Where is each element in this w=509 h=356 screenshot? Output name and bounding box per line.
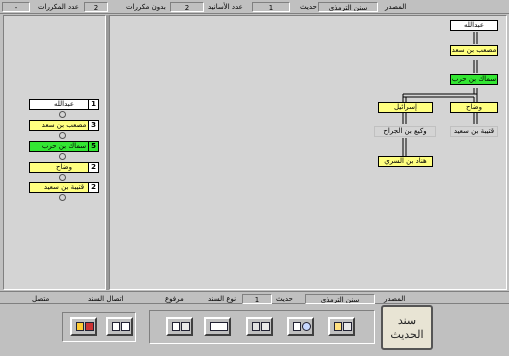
search-button[interactable]	[287, 317, 314, 336]
chain-row-name: سماك بن حرب	[41, 142, 87, 150]
prev-next-button[interactable]	[106, 317, 133, 336]
source-label: المصدر	[385, 3, 407, 11]
bottom-status-bar: متصل اتصال السند مرفوع نوع السند 1 حديث …	[0, 291, 509, 304]
question-icon	[172, 322, 180, 331]
chain-row[interactable]: 1 عبدالله	[29, 99, 99, 110]
hadith-label-bottom: حديث	[276, 295, 293, 303]
chain-row-count: 2	[88, 163, 98, 172]
copy-button[interactable]	[328, 317, 355, 336]
chain-summary-panel[interactable]: 1 عبدالله 3 مصعب بن سعد 5 سماك بن حرب 2 …	[3, 15, 106, 290]
tree-node-branch-right-child[interactable]: قتيبة بن سعيد	[450, 126, 498, 137]
no-repeat-label: بدون مكررات	[126, 3, 166, 11]
tree-node-branch-right[interactable]: وضاح	[450, 102, 498, 113]
tree-node-level2[interactable]: مصعب بن سعد	[450, 45, 498, 56]
hadith-label: حديث	[300, 3, 317, 11]
list-icon	[181, 322, 190, 331]
chain-connector	[59, 153, 66, 160]
tree-node-level3[interactable]: سماك بن حرب	[450, 74, 498, 85]
source-value-field-bottom: سنن الترمذي	[305, 294, 375, 304]
hadith-number-field-bottom: 1	[242, 294, 272, 304]
sanad-type-label: نوع السند	[208, 295, 237, 303]
isnad-count-field: 2	[170, 2, 204, 12]
exit-icon	[76, 322, 84, 331]
chain-row-count: 1	[88, 100, 98, 109]
text-view-button[interactable]	[204, 317, 231, 336]
help-button[interactable]	[166, 317, 193, 336]
isnad-tree-panel[interactable]: عبدالله مصعب بن سعد سماك بن حرب وضاح قتي…	[109, 15, 507, 290]
tree-node-root[interactable]: عبدالله	[450, 20, 498, 31]
repeat-count-field: 2	[84, 2, 108, 12]
chain-row[interactable]: 5 سماك بن حرب	[29, 141, 99, 152]
chain-row-name: عبدالله	[53, 100, 75, 108]
chain-connector	[59, 194, 66, 201]
app-logo: سند الحديث	[381, 305, 433, 350]
source-value-field: سنن الترمذي	[318, 2, 378, 12]
window-icon	[334, 322, 342, 331]
hadith-number-field: 1	[252, 2, 290, 12]
continuity-label: اتصال السند	[88, 295, 124, 303]
logo-line1: سند	[397, 314, 417, 327]
chain-connector	[59, 174, 66, 181]
chain-connector	[59, 132, 66, 139]
printer-icon	[252, 322, 260, 331]
chain-row-count: 3	[88, 121, 98, 130]
arrow-right-icon	[121, 322, 130, 331]
repeat-count-label: عدد المكررات	[38, 3, 79, 11]
print-button[interactable]	[246, 317, 273, 336]
tree-node-branch-left-child[interactable]: وكيع بن الجراح	[374, 126, 436, 137]
tree-connector-lines	[402, 32, 478, 156]
document-icon	[210, 322, 228, 331]
chain-row[interactable]: 2 قتيبة بن سعيد	[29, 182, 99, 193]
continuity-value: متصل	[32, 295, 50, 303]
arrow-left-icon	[112, 322, 120, 331]
logo-line2: الحديث	[390, 328, 424, 341]
magnifier-icon	[302, 322, 311, 331]
list-icon	[343, 322, 352, 331]
sanad-type-value: مرفوع	[165, 295, 184, 303]
chain-row-name: مصعب بن سعد	[41, 121, 87, 129]
chain-row[interactable]: 3 مصعب بن سعد	[29, 120, 99, 131]
repeat-count-value: -	[2, 2, 30, 12]
exit-button[interactable]	[70, 317, 97, 336]
tree-node-branch-left-grandchild[interactable]: هناد بن السري	[378, 156, 433, 167]
isnad-count-label: عدد الأسانيد	[208, 3, 243, 11]
top-status-bar: - عدد المكررات 2 بدون مكررات 2 عدد الأسا…	[0, 0, 509, 14]
chain-row-count: 2	[88, 183, 98, 192]
chain-row-count: 5	[88, 142, 98, 151]
chain-row-name: قتيبة بن سعيد	[43, 183, 85, 191]
list-icon	[261, 322, 270, 331]
chain-connector	[59, 111, 66, 118]
door-icon	[85, 322, 94, 331]
chain-row-name: وضاح	[56, 163, 72, 171]
tree-node-branch-left[interactable]: إسرائيل	[378, 102, 433, 113]
source-label-bottom: المصدر	[384, 295, 406, 303]
chain-row[interactable]: 2 وضاح	[29, 162, 99, 173]
tree-icon	[293, 322, 301, 331]
